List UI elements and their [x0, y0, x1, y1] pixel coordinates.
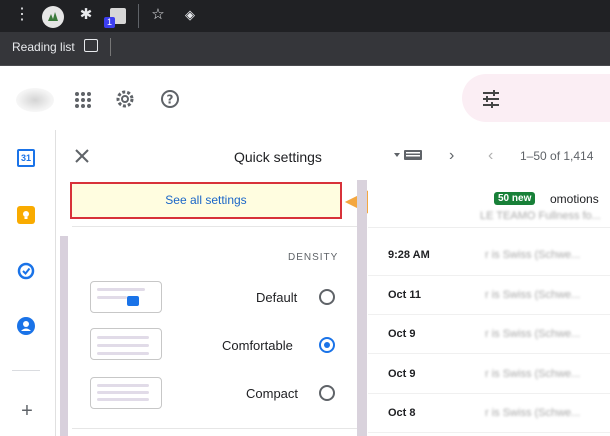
reading-list-icon[interactable]: [84, 39, 98, 52]
svg-text:?: ?: [167, 93, 174, 107]
density-comfortable-radio[interactable]: [319, 337, 335, 353]
mail-time: Oct 11: [388, 289, 422, 301]
mail-snippet: r is Swiss (Schwe...: [485, 328, 581, 340]
avatar[interactable]: [42, 6, 64, 28]
panel-scrollbar[interactable]: [357, 180, 367, 436]
density-comfortable-thumbnail[interactable]: [90, 328, 162, 360]
new-badge: 50 new: [494, 192, 536, 205]
density-compact-radio[interactable]: [319, 385, 335, 401]
eye-icon[interactable]: ◈: [182, 8, 198, 24]
density-default-radio[interactable]: [319, 289, 335, 305]
help-icon[interactable]: ?: [160, 89, 180, 109]
scrollbar[interactable]: [60, 236, 68, 436]
reading-list-label[interactable]: Reading list: [12, 40, 75, 54]
extensions-icon[interactable]: ✱: [78, 7, 94, 24]
keyboard-icon[interactable]: [394, 148, 424, 162]
divider: [72, 226, 357, 227]
mail-time: Oct 9: [388, 368, 416, 380]
mail-snippet: r is Swiss (Schwe...: [485, 368, 581, 380]
density-default-thumbnail[interactable]: [90, 281, 162, 313]
divider: [12, 370, 40, 371]
close-icon[interactable]: [74, 148, 90, 164]
mail-time: 9:28 AM: [388, 249, 430, 261]
tasks-icon[interactable]: [17, 262, 35, 280]
keep-icon[interactable]: [17, 206, 35, 224]
search-options-icon[interactable]: [481, 89, 501, 109]
side-panel: [0, 130, 56, 436]
mail-time: Oct 8: [388, 407, 416, 419]
divider: [72, 428, 357, 429]
add-icon[interactable]: +: [19, 401, 35, 421]
promotions-snippet: LE TEAMO Fullness fo...: [480, 210, 601, 222]
extension-badge: 1: [104, 17, 115, 28]
density-default-label[interactable]: Default: [256, 290, 297, 305]
contacts-icon[interactable]: [17, 317, 35, 335]
mail-time: Oct 9: [388, 328, 416, 340]
density-heading: DENSITY: [288, 252, 339, 263]
divider: [110, 38, 111, 56]
star-icon[interactable]: ☆: [150, 7, 166, 24]
mail-snippet: r is Swiss (Schwe...: [485, 249, 581, 261]
density-comfortable-label[interactable]: Comfortable: [222, 338, 293, 353]
divider: [138, 4, 139, 28]
gear-icon[interactable]: [114, 88, 136, 110]
mail-snippet: r is Swiss (Schwe...: [485, 407, 581, 419]
promotions-label: omotions: [550, 192, 599, 206]
pagination-text: 1–50 of 1,414: [520, 149, 594, 163]
calendar-icon[interactable]: 31: [17, 149, 35, 167]
account-avatar[interactable]: [16, 88, 54, 112]
newer-chevron-icon[interactable]: ‹: [488, 147, 493, 165]
density-compact-thumbnail[interactable]: [90, 377, 162, 409]
density-compact-label[interactable]: Compact: [246, 386, 298, 401]
apps-grid-icon[interactable]: [74, 91, 92, 109]
older-chevron-icon[interactable]: ›: [449, 147, 454, 165]
more-vert-icon[interactable]: ⋮: [14, 7, 30, 24]
mail-snippet: r is Swiss (Schwe...: [485, 289, 581, 301]
see-all-settings-button[interactable]: See all settings: [70, 182, 342, 219]
quick-settings-title: Quick settings: [234, 149, 322, 165]
